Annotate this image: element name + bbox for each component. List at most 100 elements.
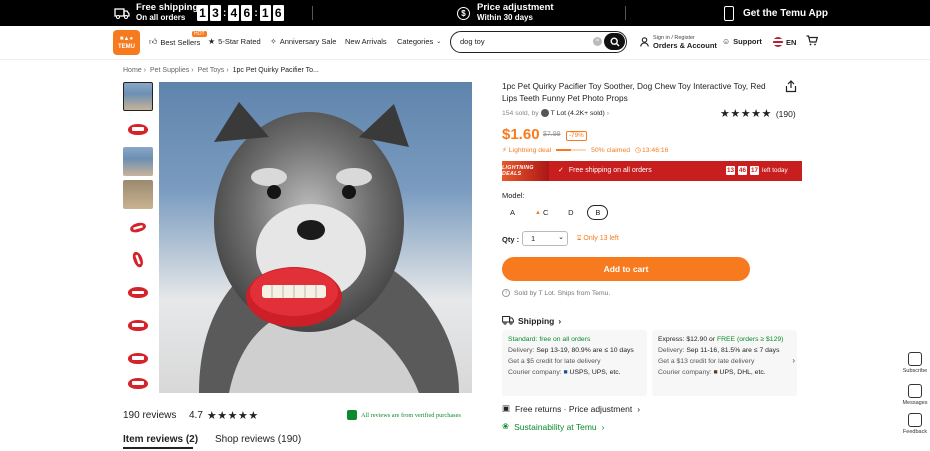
product-rating[interactable]: ★★★★★ (190) xyxy=(720,107,796,120)
thumbnail[interactable] xyxy=(123,310,153,340)
model-option-b[interactable]: B xyxy=(587,205,609,220)
thumbnail[interactable] xyxy=(123,114,153,144)
nav-five-star[interactable]: ★ 5-Star Rated xyxy=(208,37,261,46)
support-link[interactable]: ☺ Support xyxy=(722,37,762,46)
standard-shipping-line: Standard: free on all orders xyxy=(508,335,641,344)
reviews-count: 190 reviews xyxy=(123,410,177,421)
leaf-icon: ❀ xyxy=(502,421,510,431)
thumbnail[interactable] xyxy=(123,376,153,391)
nav-best-sellers-label: Best Sellers xyxy=(160,37,201,47)
nav-anniversary[interactable]: ✧ Anniversary Sale xyxy=(270,37,336,46)
thumbnail[interactable] xyxy=(123,147,153,177)
store-link[interactable]: T Lot (4.2K+ sold) xyxy=(551,110,605,117)
edit-icon xyxy=(908,413,922,427)
tab-item-reviews[interactable]: Item reviews (2) xyxy=(123,434,198,445)
shipping-heading-label: Shipping xyxy=(518,316,555,326)
shipping-heading[interactable]: Shipping › xyxy=(502,315,561,327)
claimed-label: 50% claimed xyxy=(591,146,631,154)
standard-shipping-box[interactable]: Standard: free on all orders Delivery: S… xyxy=(502,330,647,396)
model-option-label: C xyxy=(542,208,549,217)
qty-label: Qty : xyxy=(502,235,520,244)
free-shipping-promo[interactable]: Free shipping On all orders xyxy=(136,0,198,26)
user-icon xyxy=(640,37,649,47)
sustainability-link[interactable]: ❀ Sustainability at Temu › xyxy=(502,421,605,432)
feedback-label: Feedback xyxy=(902,429,928,435)
star-chat-icon: ★ xyxy=(208,37,216,46)
add-to-cart-button[interactable]: Add to cart xyxy=(502,257,750,281)
thumbnail[interactable] xyxy=(123,245,153,275)
share-icon[interactable] xyxy=(785,80,797,95)
nav-new-arrivals[interactable]: New Arrivals xyxy=(345,37,387,46)
nav-categories-label: Categories xyxy=(397,37,434,46)
nav-categories[interactable]: Categories ⌄ xyxy=(397,37,441,46)
thumbnail[interactable] xyxy=(123,212,153,242)
orders-account-label: Orders & Account xyxy=(653,41,717,50)
nav-new-arrivals-label: New Arrivals xyxy=(345,37,387,46)
sold-info: 154 sold, by T Lot (4.2K+ sold) › xyxy=(502,109,609,117)
deal-timer: 13:46:16 xyxy=(641,146,669,154)
search-button[interactable] xyxy=(604,33,625,50)
express-couriers: UPS, DHL, etc. xyxy=(719,369,766,376)
thumbnail[interactable] xyxy=(123,82,153,111)
model-option-d[interactable]: D xyxy=(560,205,581,220)
account-menu[interactable]: Sign in / Register Orders & Account xyxy=(640,34,717,50)
breadcrumb-current: 1pc Pet Quirky Pacifier To... xyxy=(232,67,319,74)
top-nav: ■▲● TEMU 👍︎ Best Sellers HOT ★ 5-Star Ra… xyxy=(0,26,930,60)
thumbnail[interactable] xyxy=(123,278,153,308)
standard-label: Standard: xyxy=(508,336,538,343)
breadcrumb-home[interactable]: Home xyxy=(123,67,142,74)
messages-widget[interactable]: Messages xyxy=(900,384,930,406)
get-app-link[interactable]: Get the Temu App xyxy=(743,0,828,26)
clear-search-icon[interactable]: × xyxy=(593,37,602,46)
nav-best-sellers[interactable]: 👍︎ Best Sellers xyxy=(149,37,200,47)
breadcrumb-pet-toys[interactable]: Pet Toys xyxy=(198,67,225,74)
dollar-coin-icon: $ xyxy=(457,0,470,26)
standard-credit: Get a $5 credit for late delivery xyxy=(508,358,601,365)
countdown-digit: 1 xyxy=(259,5,271,21)
breadcrumb-pet-supplies[interactable]: Pet Supplies xyxy=(150,67,189,74)
phone-icon xyxy=(724,0,734,26)
thumbnail[interactable] xyxy=(123,343,153,373)
model-option-a[interactable]: A xyxy=(502,205,523,220)
main-product-image[interactable] xyxy=(159,82,472,393)
current-price: $1.60 xyxy=(502,126,540,143)
party-icon: ✧ xyxy=(270,37,277,46)
model-option-label: B xyxy=(595,208,601,217)
tab-shop-reviews[interactable]: Shop reviews (190) xyxy=(215,434,301,445)
check-icon: ✓ xyxy=(558,167,564,174)
chevron-right-icon: › xyxy=(637,403,641,414)
thumbnail[interactable] xyxy=(123,180,153,210)
return-box-icon: ▣ xyxy=(502,403,511,413)
lightning-deal-row: ⚡︎ Lightning deal 50% claimed ◷ 13:46:16 xyxy=(502,146,669,155)
feedback-widget[interactable]: Feedback xyxy=(900,413,930,435)
language-label: EN xyxy=(786,37,797,47)
subscribe-widget[interactable]: Subscribe xyxy=(900,352,930,374)
cart-icon[interactable] xyxy=(806,35,818,46)
bell-icon xyxy=(908,352,922,366)
price-adjustment-subtitle: Within 30 days xyxy=(477,13,533,22)
stock-left: ⌛︎ Only 13 left xyxy=(577,235,619,243)
discount-badge: -79% xyxy=(566,131,587,141)
countdown-digit: 4 xyxy=(228,5,240,21)
quantity-select[interactable]: 1 ⌄ xyxy=(522,231,568,246)
model-option-c[interactable]: ▲ C xyxy=(529,205,554,220)
countdown-digit: 6 xyxy=(241,5,253,21)
breadcrumb: Home › Pet Supplies › Pet Toys › 1pc Pet Qu… xyxy=(123,67,319,74)
truck-icon xyxy=(502,315,514,327)
search-input[interactable]: dog toy xyxy=(460,37,485,46)
express-shipping-box[interactable]: Express: $12.90 or FREE (orders ≥ $129) … xyxy=(652,330,797,396)
temu-logo[interactable]: ■▲● TEMU xyxy=(113,30,140,55)
chevron-right-icon: › xyxy=(606,109,610,117)
standard-delivery: Sep 13-19, 80.9% are ≤ 10 days xyxy=(536,347,634,354)
promo-bar: Free shipping On all orders 1 3 : 4 6 : … xyxy=(0,0,930,26)
star-rating-icon: ★★★★★ xyxy=(720,108,772,120)
search-box[interactable]: dog toy × xyxy=(450,31,627,53)
verified-notice: All reviews are from verified purchases xyxy=(347,410,461,420)
free-returns-link[interactable]: ▣ Free returns · Price adjustment › xyxy=(502,403,640,414)
sold-by-label: Sold by T Lot. Ships from Temu. xyxy=(514,289,611,297)
messages-label: Messages xyxy=(902,400,928,406)
language-selector[interactable]: EN xyxy=(773,37,796,47)
search-icon xyxy=(609,36,619,46)
price-adjustment-promo[interactable]: Price adjustment Within 30 days xyxy=(477,0,554,26)
reviews-score-value: 4.7 xyxy=(189,410,203,421)
